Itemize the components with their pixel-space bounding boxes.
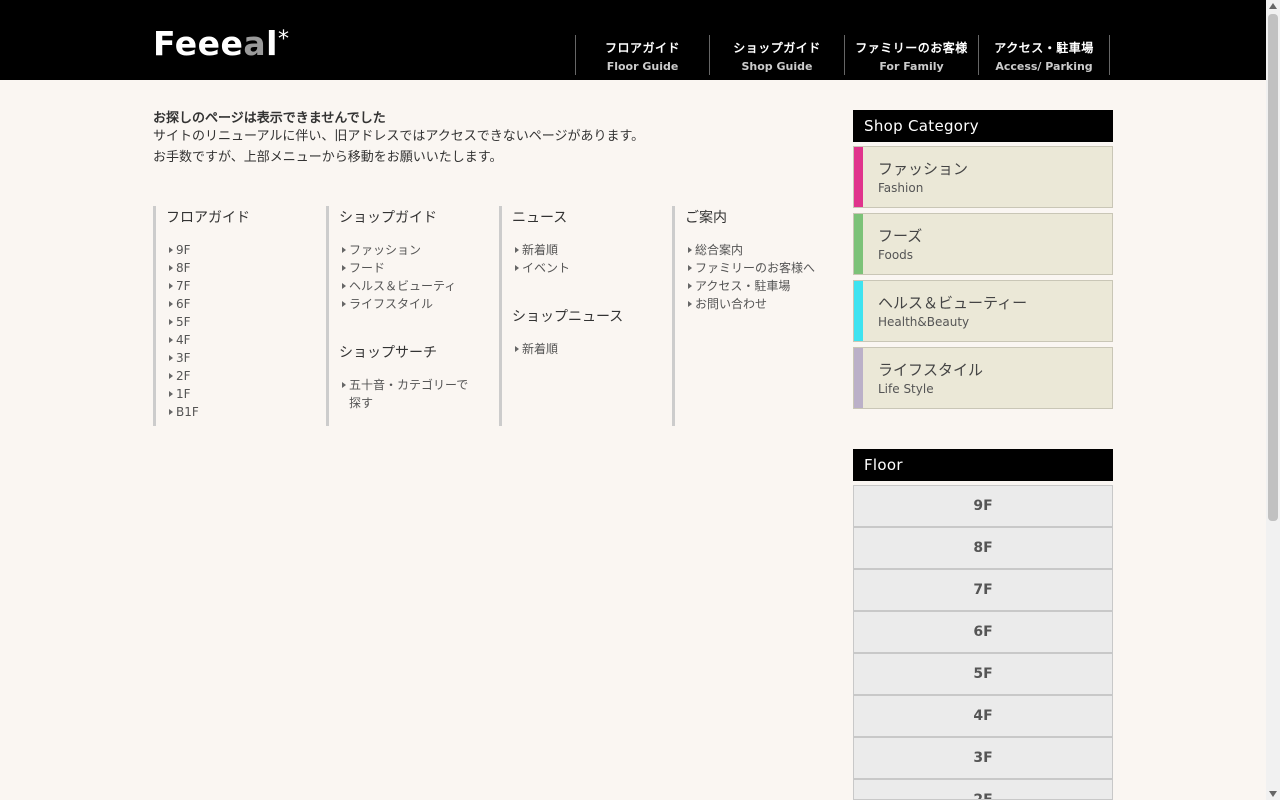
sitemap-shop-column: ショップガイド ファッション フード ヘルス＆ビューティ ライフスタイル ショッ…: [326, 206, 496, 426]
sitemap-link-2f[interactable]: 2F: [166, 367, 323, 385]
category-color-bar: [854, 147, 863, 207]
sitemap-link-news-event[interactable]: イベント: [512, 259, 669, 277]
nav-label: フロアガイド: [604, 41, 680, 55]
sitemap-link-lifestyle[interactable]: ライフスタイル: [339, 295, 496, 313]
floor-button-5f[interactable]: 5F: [853, 653, 1113, 695]
site-header: Feeeal* フロアガイド Floor Guide ショップガイド Shop …: [0, 0, 1266, 80]
floor-button-8f[interactable]: 8F: [853, 527, 1113, 569]
floor-heading: Floor: [853, 449, 1113, 481]
category-color-bar: [854, 214, 863, 274]
nav-sublabel: Shop Guide: [741, 60, 813, 73]
sitemap-guide-title: ご案内: [685, 210, 727, 226]
error-message-line2: お手数ですが、上部メニューから移動をお願いいたします。: [153, 150, 503, 165]
floor-button-2f[interactable]: 2F: [853, 779, 1113, 800]
sitemap-link-1f[interactable]: 1F: [166, 385, 323, 403]
category-fashion[interactable]: ファッション Fashion: [853, 146, 1113, 208]
sitemap-link-health-beauty[interactable]: ヘルス＆ビューティ: [339, 277, 496, 295]
category-label: ライフスタイル: [878, 361, 984, 379]
feeeal-logo[interactable]: Feeeal*: [153, 26, 289, 62]
category-sublabel: Fashion: [878, 181, 924, 195]
scroll-up-arrow-icon[interactable]: [1269, 3, 1277, 9]
nav-sublabel: Access/ Parking: [995, 60, 1093, 73]
nav-for-family[interactable]: ファミリーのお客様 For Family: [844, 35, 978, 75]
sitemap-link-3f[interactable]: 3F: [166, 349, 323, 367]
sitemap-link-food[interactable]: フード: [339, 259, 496, 277]
nav-label: ファミリーのお客様: [855, 41, 968, 55]
category-sublabel: Foods: [878, 248, 914, 262]
nav-sublabel: Floor Guide: [606, 60, 679, 73]
sitemap-link-search-kana-category[interactable]: 五十音・カテゴリーで 探す: [339, 376, 496, 412]
nav-access-parking[interactable]: アクセス・駐車場 Access/ Parking: [978, 35, 1109, 75]
category-color-bar: [854, 281, 863, 341]
category-health-beauty[interactable]: ヘルス＆ビューティー Health&Beauty: [853, 280, 1113, 342]
category-color-bar: [854, 348, 863, 408]
nav-sublabel: For Family: [879, 60, 944, 73]
error-title: お探しのページは表示できませんでした: [153, 111, 386, 126]
sitemap-floor-title: フロアガイド: [166, 210, 250, 226]
sitemap-link-fashion[interactable]: ファッション: [339, 241, 496, 259]
category-sublabel: Health&Beauty: [878, 315, 970, 329]
nav-label: アクセス・駐車場: [994, 41, 1094, 55]
sitemap-link-6f[interactable]: 6F: [166, 295, 323, 313]
sitemap-link-9f[interactable]: 9F: [166, 241, 323, 259]
scroll-down-arrow-icon[interactable]: [1269, 791, 1277, 797]
sitemap-shop-title: ショップガイド: [339, 210, 437, 226]
floor-button-7f[interactable]: 7F: [853, 569, 1113, 611]
error-message-line1: サイトのリニューアルに伴い、旧アドレスではアクセスできないページがあります。: [153, 129, 645, 144]
sitemap-link-7f[interactable]: 7F: [166, 277, 323, 295]
floor-button-6f[interactable]: 6F: [853, 611, 1113, 653]
nav-shop-guide[interactable]: ショップガイド Shop Guide: [709, 35, 844, 75]
sitemap-shopnews-title: ショップニュース: [512, 309, 624, 325]
sitemap-link-information[interactable]: 総合案内: [685, 241, 832, 259]
scroll-thumb[interactable]: [1268, 14, 1278, 521]
vertical-scrollbar[interactable]: [1266, 0, 1280, 800]
sitemap-link-b1f[interactable]: B1F: [166, 403, 323, 421]
sitemap-link-8f[interactable]: 8F: [166, 259, 323, 277]
sitemap-floor-column: フロアガイド 9F 8F 7F 6F 5F 4F 3F 2F 1F B1F: [153, 206, 323, 426]
floor-button-4f[interactable]: 4F: [853, 695, 1113, 737]
floor-button-3f[interactable]: 3F: [853, 737, 1113, 779]
sitemap-guide-column: ご案内 総合案内 ファミリーのお客様へ アクセス・駐車場 お問い合わせ: [672, 206, 832, 426]
category-foods[interactable]: フーズ Foods: [853, 213, 1113, 275]
sitemap-link-access-parking[interactable]: アクセス・駐車場: [685, 277, 832, 295]
sitemap-link-shopnews-latest[interactable]: 新着順: [512, 340, 669, 358]
nav-label: ショップガイド: [733, 41, 821, 55]
global-nav: フロアガイド Floor Guide ショップガイド Shop Guide ファ…: [575, 35, 1110, 75]
category-lifestyle[interactable]: ライフスタイル Life Style: [853, 347, 1113, 409]
sitemap-news-column: ニュース 新着順 イベント ショップニュース 新着順: [499, 206, 669, 426]
nav-floor-guide[interactable]: フロアガイド Floor Guide: [575, 35, 709, 75]
floor-button-9f[interactable]: 9F: [853, 485, 1113, 527]
sitemap-link-4f[interactable]: 4F: [166, 331, 323, 349]
sitemap-link-for-family[interactable]: ファミリーのお客様へ: [685, 259, 832, 277]
shop-category-heading: Shop Category: [853, 110, 1113, 142]
sitemap-link-5f[interactable]: 5F: [166, 313, 323, 331]
sitemap-shop-search-title: ショップサーチ: [339, 345, 437, 361]
category-sublabel: Life Style: [878, 382, 934, 396]
sitemap-link-contact[interactable]: お問い合わせ: [685, 295, 832, 313]
sitemap-link-news-latest[interactable]: 新着順: [512, 241, 669, 259]
category-label: ヘルス＆ビューティー: [878, 294, 1028, 312]
category-label: フーズ: [878, 227, 923, 245]
sitemap-news-title: ニュース: [512, 210, 568, 226]
category-label: ファッション: [878, 160, 969, 178]
